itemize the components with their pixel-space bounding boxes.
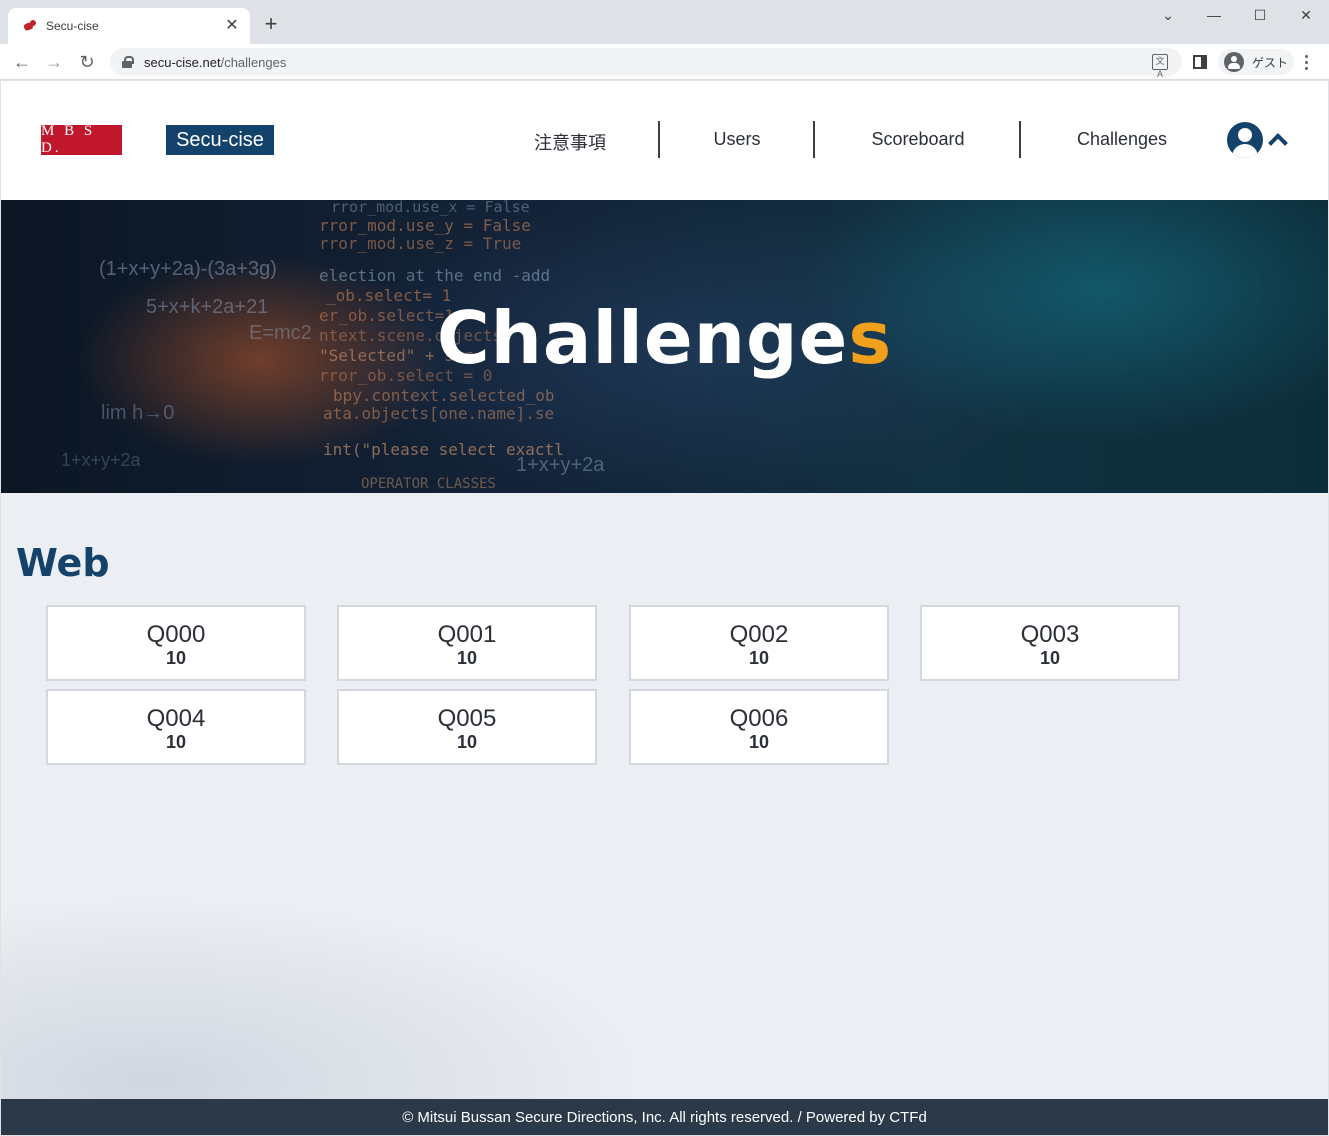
- challenge-points: 10: [456, 732, 478, 752]
- hero-title-accent: s: [848, 296, 893, 380]
- challenge-name: Q004: [146, 705, 206, 732]
- tab-title: Secu-cise: [46, 19, 99, 33]
- site-page: M B S D. Secu-cise 注意事項 Users Scoreboard…: [1, 81, 1328, 1135]
- hero-code-line: OPERATOR CLASSES: [361, 476, 496, 492]
- hero-math-line: (1+x+y+2a)-(3a+3g): [99, 258, 277, 280]
- hero-code-line: rror_mod.use_x = False: [331, 200, 530, 216]
- address-bar[interactable]: secu-cise.net/challenges 文A: [110, 48, 1182, 79]
- hero-math-line: lim h→0: [101, 402, 175, 424]
- challenge-points: 10: [748, 732, 770, 752]
- category-title: Web: [16, 541, 110, 585]
- new-tab-button[interactable]: +: [260, 13, 282, 35]
- challenge-card[interactable]: Q001 10: [337, 605, 597, 681]
- browser-tabstrip: Secu-cise ✕ + ⌄ — ☐ ✕: [0, 0, 1329, 44]
- forward-arrow-icon[interactable]: →: [41, 49, 67, 75]
- nav-scoreboard[interactable]: Scoreboard: [863, 129, 973, 150]
- hero-code-line: rror_mod.use_y = False: [319, 216, 531, 235]
- hero-code-line: rror_mod.use_z = True: [319, 234, 522, 253]
- guest-avatar-icon: [1224, 52, 1244, 72]
- lock-icon[interactable]: [122, 56, 134, 68]
- challenge-card[interactable]: Q005 10: [337, 689, 597, 765]
- challenge-name: Q003: [1020, 621, 1080, 648]
- challenge-name: Q000: [146, 621, 206, 648]
- challenge-card[interactable]: Q003 10: [920, 605, 1180, 681]
- challenge-points: 10: [1039, 648, 1061, 668]
- reload-icon[interactable]: ↻: [74, 49, 100, 75]
- browser-toolbar: ← → ↻ secu-cise.net/challenges 文A ゲスト: [0, 44, 1329, 80]
- nav-separator: [1019, 121, 1021, 158]
- hero-math-line: 1+x+y+2a: [516, 454, 605, 476]
- user-account-icon[interactable]: [1227, 122, 1263, 158]
- challenge-points: 10: [456, 648, 478, 668]
- challenge-card[interactable]: Q002 10: [629, 605, 889, 681]
- hero-title-main: Challenge: [436, 296, 849, 380]
- challenge-card[interactable]: Q000 10: [46, 605, 306, 681]
- hero-code-line: ata.objects[one.name].se: [323, 404, 555, 423]
- challenge-name: Q001: [437, 621, 497, 648]
- challenge-points: 10: [748, 648, 770, 668]
- brand-logo[interactable]: Secu-cise: [166, 125, 274, 155]
- minimize-icon[interactable]: —: [1191, 0, 1237, 30]
- maximize-icon[interactable]: ☐: [1237, 0, 1283, 30]
- hero-math-line: 1+x+y+2a: [61, 450, 141, 470]
- profile-button[interactable]: ゲスト: [1218, 49, 1295, 75]
- url-host: secu-cise.net: [144, 54, 221, 70]
- side-panel-icon[interactable]: [1193, 55, 1207, 69]
- challenge-name: Q005: [437, 705, 497, 732]
- challenge-name: Q006: [729, 705, 789, 732]
- site-footer: © Mitsui Bussan Secure Directions, Inc. …: [1, 1099, 1328, 1135]
- challenge-name: Q002: [729, 621, 789, 648]
- close-window-icon[interactable]: ✕: [1283, 0, 1329, 30]
- translate-icon[interactable]: 文A: [1152, 54, 1168, 79]
- hexagon-background: [1, 821, 1328, 1101]
- site-header: M B S D. Secu-cise 注意事項 Users Scoreboard…: [1, 81, 1328, 200]
- url-path: /challenges: [220, 54, 287, 70]
- browser-tab[interactable]: Secu-cise ✕: [8, 8, 250, 44]
- hero-code-line: bpy.context.selected_ob: [333, 386, 555, 405]
- browser-menu-icon[interactable]: [1300, 53, 1312, 71]
- window-controls: ⌄ — ☐ ✕: [1145, 0, 1329, 30]
- tab-close-icon[interactable]: ✕: [224, 18, 240, 34]
- challenge-points: 10: [165, 732, 187, 752]
- challenge-points: 10: [165, 648, 187, 668]
- site-favicon-icon: [22, 18, 38, 34]
- nav-separator: [658, 121, 660, 158]
- hero-banner: rror_mod.use_x = False rror_mod.use_y = …: [1, 200, 1328, 493]
- mbsd-logo[interactable]: M B S D.: [41, 123, 122, 156]
- challenge-card[interactable]: Q006 10: [629, 689, 889, 765]
- tab-search-icon[interactable]: ⌄: [1145, 0, 1191, 30]
- hero-title: Challenges: [1, 296, 1328, 380]
- back-arrow-icon[interactable]: ←: [9, 49, 35, 75]
- nav-notes[interactable]: 注意事項: [533, 129, 607, 155]
- challenge-card[interactable]: Q004 10: [46, 689, 306, 765]
- chevron-up-icon[interactable]: [1268, 133, 1288, 153]
- hero-code-line: election at the end -add: [319, 266, 551, 285]
- nav-separator: [813, 121, 815, 158]
- nav-users[interactable]: Users: [701, 129, 773, 150]
- profile-label: ゲスト: [1252, 55, 1289, 70]
- nav-challenges[interactable]: Challenges: [1069, 129, 1175, 150]
